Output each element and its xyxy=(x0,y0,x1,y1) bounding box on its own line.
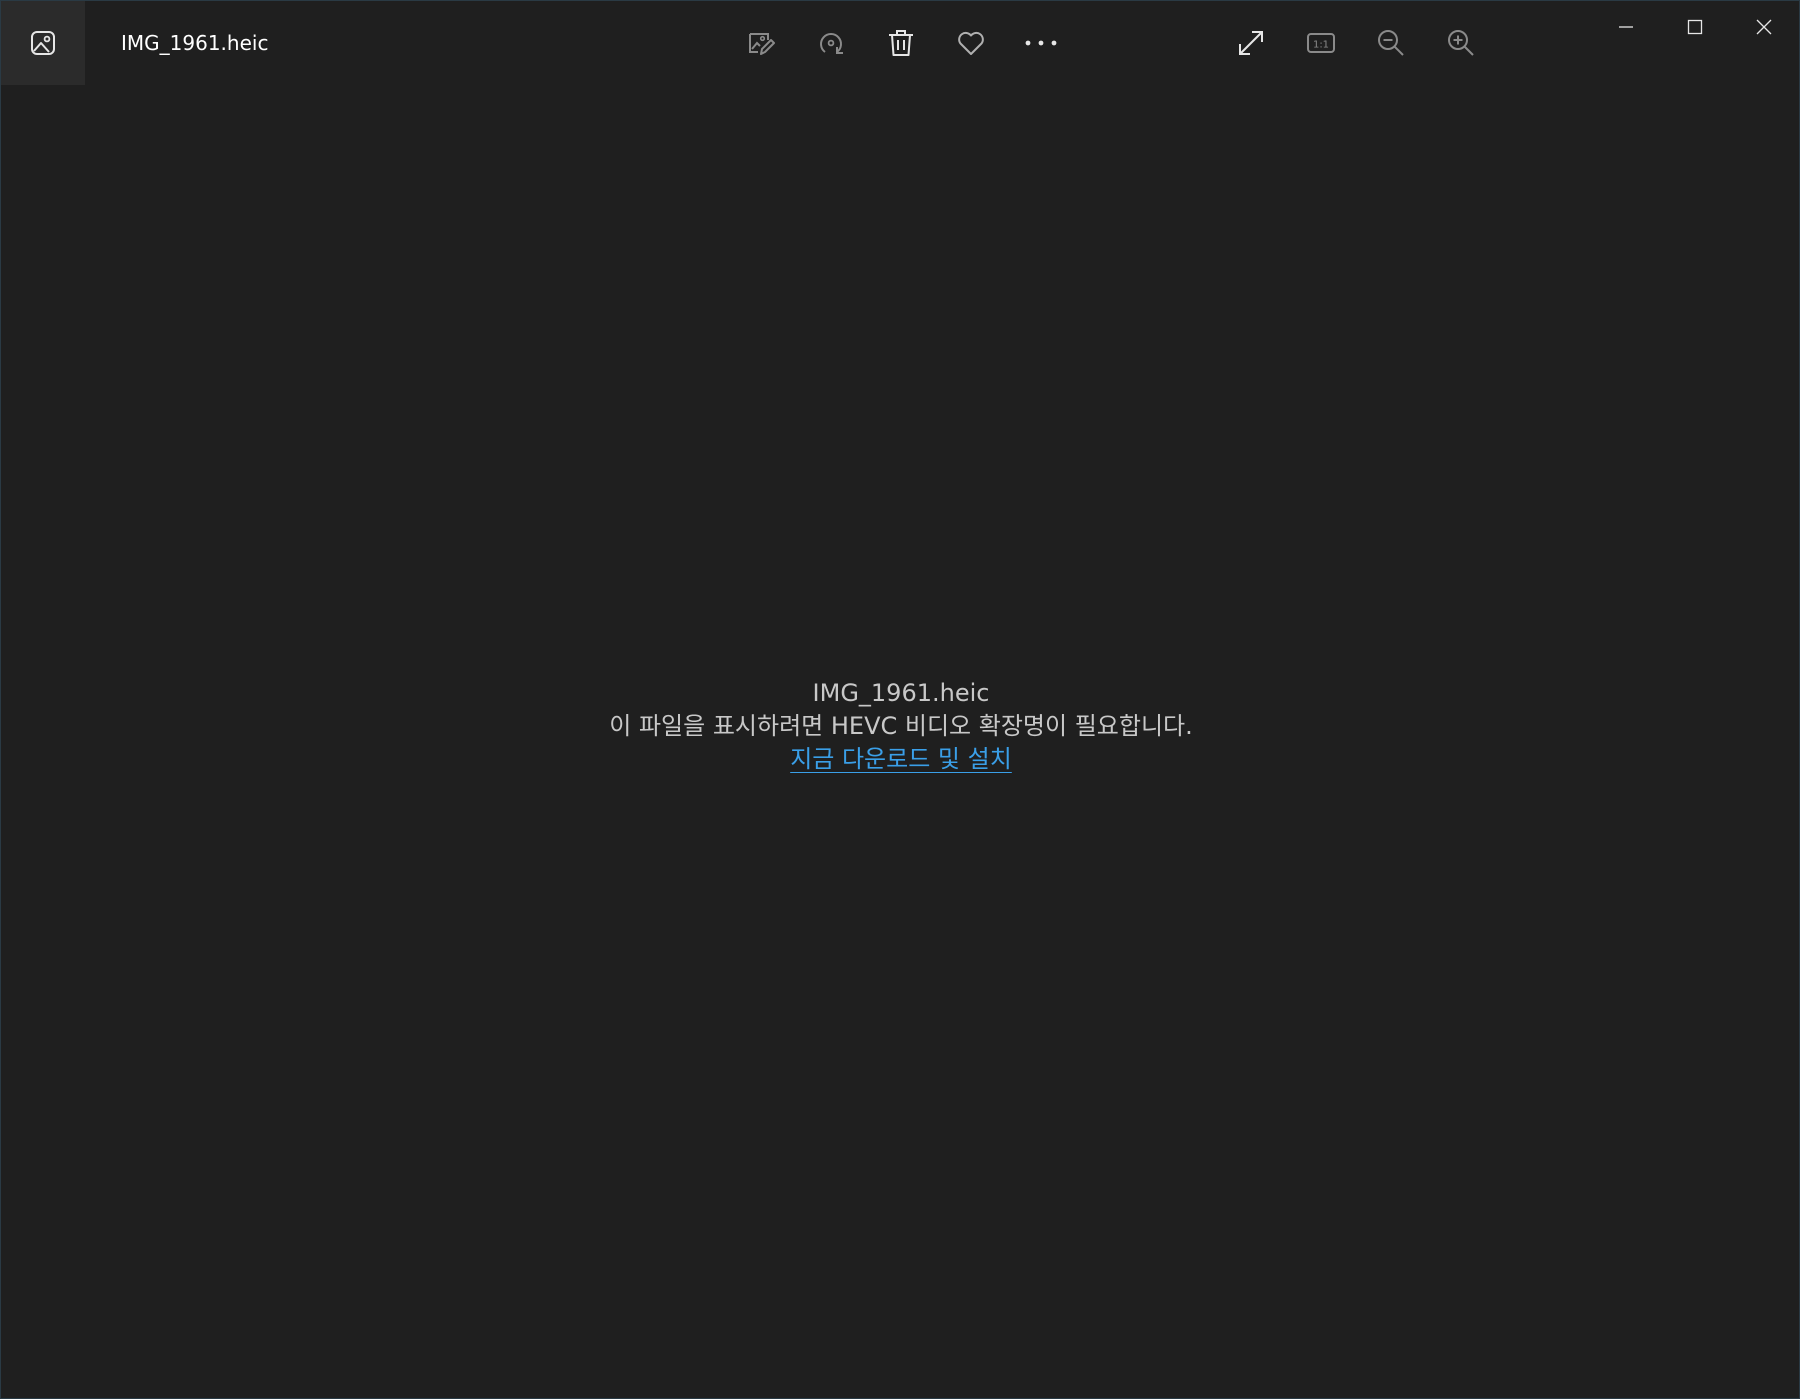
rotate-button[interactable] xyxy=(807,19,855,67)
photos-app-icon xyxy=(30,30,56,56)
close-button[interactable] xyxy=(1730,1,1798,53)
actual-size-button[interactable]: 1:1 xyxy=(1297,19,1345,67)
more-options-button[interactable] xyxy=(1017,19,1065,67)
maximize-button[interactable] xyxy=(1661,1,1729,53)
zoom-in-icon xyxy=(1446,28,1476,58)
fullscreen-icon xyxy=(1235,27,1267,59)
delete-icon xyxy=(886,28,916,58)
favorite-button[interactable] xyxy=(947,19,995,67)
photos-app-window: IMG_1961.heic 1:1 IMG_1961.heic 이 파일을 표시… xyxy=(0,0,1800,1399)
edit-image-icon xyxy=(746,28,776,58)
unsupported-format-message: IMG_1961.heic 이 파일을 표시하려면 HEVC 비디오 확장명이 … xyxy=(1,677,1799,776)
app-menu-button[interactable] xyxy=(1,1,85,85)
maximize-icon xyxy=(1687,19,1703,35)
window-title: IMG_1961.heic xyxy=(121,31,269,55)
favorite-heart-icon xyxy=(956,28,986,58)
title-bar: IMG_1961.heic 1:1 xyxy=(1,1,1799,85)
more-options-icon xyxy=(1024,38,1058,48)
zoom-out-icon xyxy=(1376,28,1406,58)
close-icon xyxy=(1756,19,1772,35)
minimize-button[interactable] xyxy=(1592,1,1660,53)
actual-size-icon: 1:1 xyxy=(1306,31,1336,55)
download-install-link[interactable]: 지금 다운로드 및 설치 xyxy=(790,745,1012,773)
zoom-out-button[interactable] xyxy=(1367,19,1415,67)
message-requirement-text: 이 파일을 표시하려면 HEVC 비디오 확장명이 필요합니다. xyxy=(609,712,1193,740)
rotate-icon xyxy=(816,28,846,58)
fullscreen-button[interactable] xyxy=(1227,19,1275,67)
message-file-name: IMG_1961.heic xyxy=(812,679,990,707)
minimize-icon xyxy=(1618,19,1634,35)
delete-button[interactable] xyxy=(877,19,925,67)
edit-button[interactable] xyxy=(737,19,785,67)
zoom-in-button[interactable] xyxy=(1437,19,1485,67)
actual-size-label: 1:1 xyxy=(1313,40,1329,51)
